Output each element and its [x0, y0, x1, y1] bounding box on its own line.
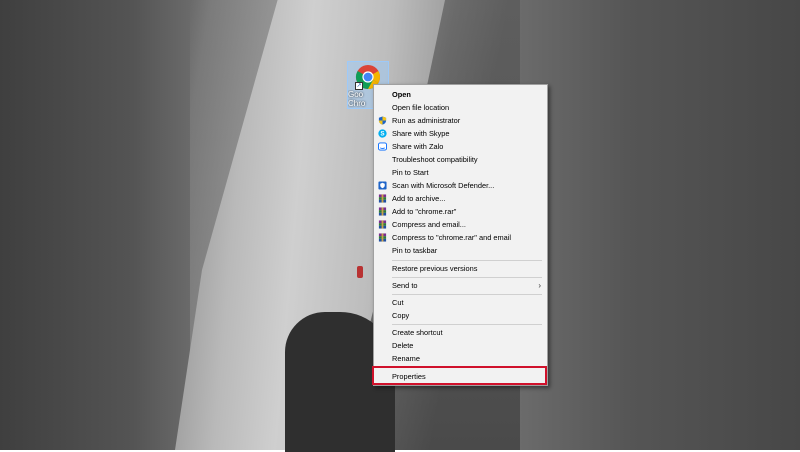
menu-item-label: Cut — [392, 298, 404, 307]
menu-item-share-with-skype[interactable]: S Share with Skype — [374, 127, 547, 140]
menu-item-label: Open — [392, 90, 411, 99]
shortcut-arrow-icon: ↗ — [355, 82, 363, 90]
menu-item-label: Copy — [392, 311, 410, 320]
menu-item-label: Run as administrator — [392, 116, 461, 125]
menu-item-cut[interactable]: Cut — [374, 296, 547, 309]
zalo-icon — [378, 142, 387, 151]
winrar-icon — [378, 233, 387, 242]
menu-item-label: Troubleshoot compatibility — [392, 155, 478, 164]
menu-item-rename[interactable]: Rename — [374, 352, 547, 365]
menu-item-run-as-administrator[interactable]: Run as administrator — [374, 114, 547, 127]
winrar-icon — [378, 194, 387, 203]
menu-item-label: Scan with Microsoft Defender... — [392, 181, 495, 190]
menu-item-create-shortcut[interactable]: Create shortcut — [374, 326, 547, 339]
menu-item-label: Pin to Start — [392, 168, 429, 177]
properties-highlight-box — [372, 366, 547, 385]
menu-item-label: Restore previous versions — [392, 264, 478, 273]
menu-item-label: Compress and email... — [392, 220, 466, 229]
menu-item-label: Pin to taskbar — [392, 246, 438, 255]
wallpaper-climber — [357, 266, 363, 278]
menu-item-open-file-location[interactable]: Open file location — [374, 101, 547, 114]
menu-item-label: Share with Zalo — [392, 142, 444, 151]
menu-item-label: Add to archive... — [392, 194, 446, 203]
menu-item-label: Rename — [392, 354, 420, 363]
menu-item-send-to[interactable]: Send to › — [374, 279, 547, 292]
winrar-icon — [378, 220, 387, 229]
menu-item-compress-and-email[interactable]: Compress and email... — [374, 218, 547, 231]
menu-separator — [392, 277, 542, 278]
menu-item-copy[interactable]: Copy — [374, 309, 547, 322]
menu-item-label: Share with Skype — [392, 129, 450, 138]
menu-item-label: Compress to "chrome.rar" and email — [392, 233, 512, 242]
menu-item-delete[interactable]: Delete — [374, 339, 547, 352]
menu-separator — [392, 324, 542, 325]
defender-icon — [378, 181, 387, 190]
winrar-icon — [378, 207, 387, 216]
menu-separator — [392, 294, 542, 295]
menu-item-troubleshoot-compatibility[interactable]: Troubleshoot compatibility — [374, 153, 547, 166]
menu-item-scan-with-defender[interactable]: Scan with Microsoft Defender... — [374, 179, 547, 192]
svg-text:S: S — [380, 131, 384, 138]
skype-icon: S — [378, 129, 387, 138]
menu-item-label: Open file location — [392, 103, 450, 112]
menu-item-compress-to-chrome-rar-and-email[interactable]: Compress to "chrome.rar" and email — [374, 231, 547, 244]
wallpaper-rock-right — [520, 0, 800, 450]
menu-separator — [392, 260, 542, 261]
menu-item-add-to-chrome-rar[interactable]: Add to "chrome.rar" — [374, 205, 547, 218]
menu-item-label: Delete — [392, 341, 414, 350]
menu-item-label: Send to — [392, 281, 418, 290]
menu-item-restore-previous-versions[interactable]: Restore previous versions — [374, 262, 547, 275]
wallpaper-rock-left — [0, 0, 190, 450]
menu-item-open[interactable]: Open — [374, 88, 547, 101]
chevron-right-icon: › — [538, 281, 541, 290]
menu-item-share-with-zalo[interactable]: Share with Zalo — [374, 140, 547, 153]
menu-item-label: Add to "chrome.rar" — [392, 207, 457, 216]
menu-item-pin-to-taskbar[interactable]: Pin to taskbar — [374, 244, 547, 257]
menu-item-add-to-archive[interactable]: Add to archive... — [374, 192, 547, 205]
menu-item-label: Create shortcut — [392, 328, 443, 337]
menu-item-pin-to-start[interactable]: Pin to Start — [374, 166, 547, 179]
context-menu: Open Open file location Run as administr… — [373, 84, 548, 386]
shield-icon — [378, 116, 387, 125]
